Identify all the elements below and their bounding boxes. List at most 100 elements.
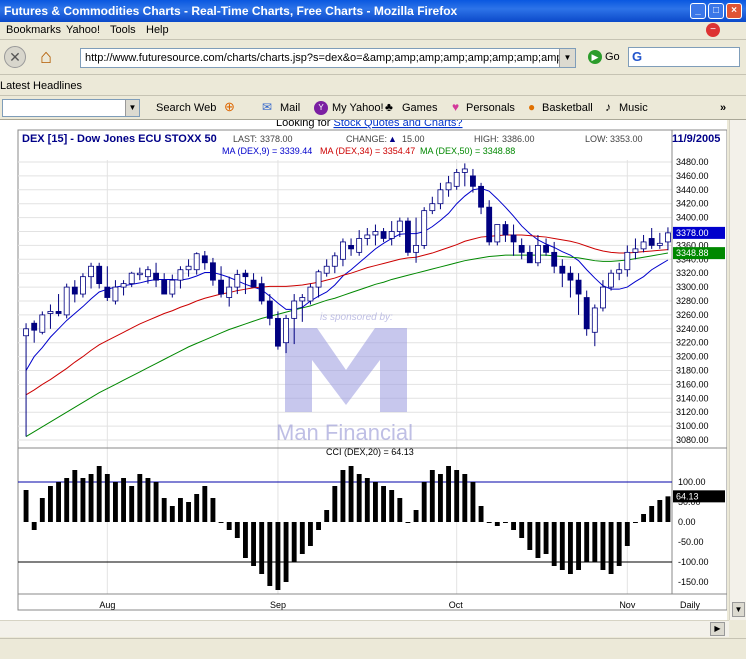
menu-tools[interactable]: Tools: [110, 24, 136, 36]
candle-body: [242, 272, 249, 278]
url-input[interactable]: http://www.futuresource.com/charts/chart…: [80, 48, 576, 68]
go-icon[interactable]: ▶: [588, 50, 602, 64]
price-tick-label: 3320.00: [676, 268, 709, 278]
stock-quotes-link[interactable]: Stock Quotes and Charts?: [333, 120, 462, 129]
personals-button[interactable]: Personals: [466, 102, 515, 114]
time-tick-label: Oct: [449, 600, 464, 610]
looking-for-text: Looking for Stock Quotes and Charts?: [276, 120, 463, 129]
cci-tick-label: -50.00: [678, 537, 704, 547]
price-tick-label: 3260.00: [676, 310, 709, 320]
candle-body: [161, 279, 168, 295]
candle-body: [656, 242, 663, 246]
scroll-right-icon[interactable]: ▶: [710, 622, 725, 636]
status-bar: [0, 638, 746, 659]
last-price-flag-label: 3378.00: [676, 228, 709, 238]
chevron-down-icon[interactable]: ▼: [125, 100, 139, 116]
price-tick-label: 3400.00: [676, 213, 709, 223]
crosshair-icon[interactable]: ⊕: [224, 99, 235, 115]
search-box[interactable]: G: [628, 47, 740, 67]
cci-bar: [470, 482, 476, 522]
menu-yahoo[interactable]: Yahoo!: [66, 24, 100, 36]
cci-bar: [283, 522, 289, 582]
search-web-button[interactable]: Search Web: [156, 102, 216, 114]
google-icon: G: [632, 49, 643, 64]
cci-bar: [429, 470, 435, 522]
candle-body: [71, 286, 78, 295]
cci-bar: [462, 474, 468, 522]
candle-body: [396, 220, 403, 232]
cci-bar: [31, 522, 37, 530]
cci-bar: [316, 522, 321, 530]
scroll-down-icon[interactable]: ▼: [732, 602, 745, 617]
url-dropdown-icon[interactable]: ▼: [559, 49, 575, 67]
time-tick-label: Daily: [680, 600, 701, 610]
high-value: 3386.00: [502, 134, 535, 144]
candle-body: [437, 189, 444, 205]
music-icon: ♪: [605, 100, 611, 114]
price-tick-label: 3160.00: [676, 379, 709, 389]
close-icon[interactable]: ×: [726, 3, 742, 19]
candle-body: [250, 279, 257, 288]
home-icon[interactable]: ⌂: [34, 45, 58, 69]
last-value: 3378.00: [260, 134, 293, 144]
candle-body: [210, 262, 216, 281]
minimize-icon[interactable]: _: [690, 3, 706, 19]
candle-body: [55, 311, 62, 314]
cci-bar: [291, 522, 297, 562]
stop-icon[interactable]: −: [706, 23, 720, 37]
candle-body: [331, 255, 338, 267]
candle-body: [63, 286, 70, 316]
chevron-right-icon[interactable]: »: [720, 102, 726, 114]
candle-body: [535, 245, 541, 264]
cci-bar: [551, 522, 557, 566]
candle-body: [380, 231, 387, 239]
price-tick-label: 3280.00: [676, 296, 709, 306]
cci-bar: [267, 522, 273, 586]
chart-title: DEX [15] - Dow Jones ECU STOXX 50: [22, 133, 217, 145]
go-button[interactable]: Go: [605, 51, 620, 63]
my-yahoo-button[interactable]: My Yahoo!: [332, 102, 384, 114]
cci-bar: [80, 478, 86, 522]
candle-body: [543, 245, 549, 253]
basketball-button[interactable]: Basketball: [542, 102, 593, 114]
candle-body: [518, 245, 525, 253]
candle-body: [600, 286, 606, 309]
latest-headlines-link[interactable]: Latest Headlines: [0, 80, 82, 92]
cci-bar: [438, 474, 443, 522]
games-button[interactable]: Games: [402, 102, 437, 114]
price-chart: Looking for Stock Quotes and Charts? DEX…: [17, 120, 727, 611]
ma50-flag-label: 3348.88: [676, 248, 709, 258]
price-tick-label: 3140.00: [676, 393, 709, 403]
cci-bar: [161, 498, 167, 522]
games-icon: ♣: [385, 100, 393, 114]
cci-bar: [559, 522, 565, 570]
horizontal-scrollbar[interactable]: ▶: [0, 620, 729, 637]
stop-load-icon[interactable]: ✕: [4, 46, 26, 68]
candle-body: [364, 234, 371, 239]
candle-body: [39, 314, 46, 333]
price-tick-label: 3480.00: [676, 157, 709, 167]
price-tick-label: 3440.00: [676, 185, 709, 195]
price-tick-label: 3120.00: [676, 407, 709, 417]
candle-body: [193, 253, 200, 271]
candle-body: [591, 307, 598, 333]
ma9-label: MA (DEX,9) = 3339.44: [222, 146, 312, 156]
candle-body: [640, 241, 647, 250]
candle-body: [648, 238, 655, 246]
candle-body: [153, 272, 159, 281]
cci-bar: [535, 522, 541, 558]
cci-bar: [104, 474, 110, 522]
cci-bar: [72, 470, 78, 522]
candle-body: [299, 297, 306, 302]
music-button[interactable]: Music: [619, 102, 648, 114]
menu-bookmarks[interactable]: Bookmarks: [6, 24, 61, 36]
cci-bar: [356, 474, 362, 522]
candle-body: [323, 265, 330, 274]
menu-help[interactable]: Help: [146, 24, 169, 36]
change-up-icon: ▲: [388, 134, 397, 144]
vertical-scrollbar[interactable]: ▼: [729, 120, 746, 620]
maximize-icon[interactable]: □: [708, 3, 724, 19]
mail-button[interactable]: Mail: [280, 102, 300, 114]
yahoo-search-input[interactable]: ▼: [2, 99, 140, 117]
price-tick-label: 3100.00: [676, 421, 709, 431]
